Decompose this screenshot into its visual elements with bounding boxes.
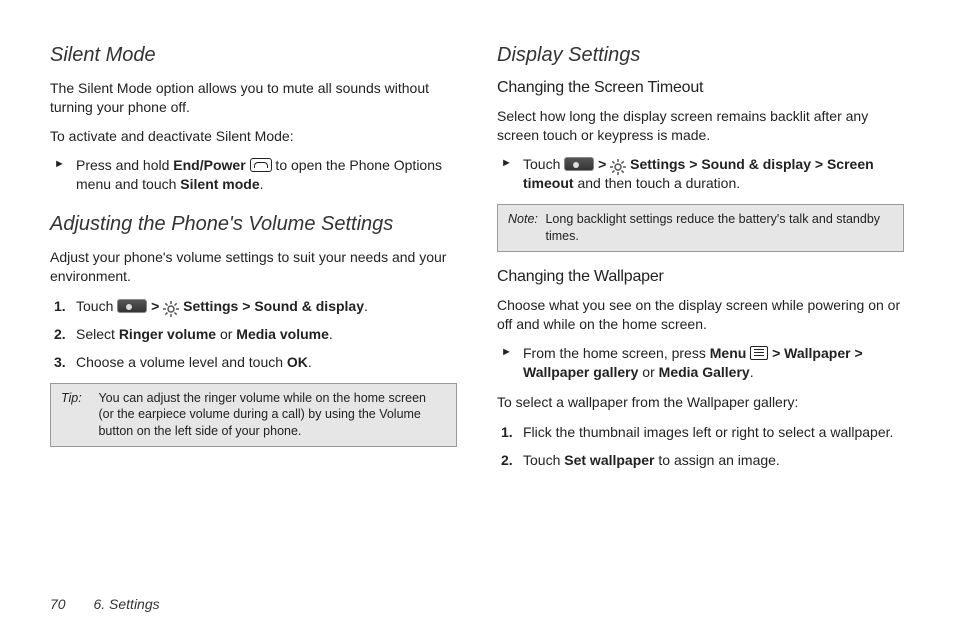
label-end-power: End/Power <box>173 157 245 173</box>
note-box: Note: Long backlight settings reduce the… <box>497 204 904 252</box>
timeout-step-list: Touch > Settings > Sound & display > Scr… <box>497 155 904 194</box>
text: . <box>308 354 312 370</box>
timeout-intro: Select how long the display screen remai… <box>497 107 904 145</box>
volume-steps: Touch > Settings > Sound & display. Sele… <box>50 296 457 373</box>
page-footer: 70 6. Settings <box>50 596 160 612</box>
volume-step-1: Touch > Settings > Sound & display. <box>76 296 457 316</box>
heading-wallpaper: Changing the Wallpaper <box>497 268 904 286</box>
silent-step-1: Press and hold End/Power to open the Pho… <box>76 156 457 195</box>
label-silent-mode: Silent mode <box>180 176 259 192</box>
tip-label: Tip: <box>61 390 95 407</box>
note-label: Note: <box>508 211 542 228</box>
heading-display-settings: Display Settings <box>497 44 904 67</box>
volume-step-3: Choose a volume level and touch OK. <box>76 352 457 372</box>
end-power-icon <box>250 158 272 172</box>
label-settings: Settings <box>630 156 685 172</box>
launcher-icon <box>564 157 594 171</box>
chapter-title: 6. Settings <box>93 596 159 612</box>
settings-gear-icon <box>163 301 179 317</box>
silent-intro: The Silent Mode option allows you to mut… <box>50 79 457 117</box>
silent-activate-lead: To activate and deactivate Silent Mode: <box>50 127 457 146</box>
wallpaper-select-lead: To select a wallpaper from the Wallpaper… <box>497 393 904 412</box>
text: . <box>364 298 368 314</box>
text: Select <box>76 326 119 342</box>
arrow-icon: > <box>815 156 823 172</box>
volume-step-2: Select Ringer volume or Media volume. <box>76 324 457 344</box>
label-media-gallery: Media Gallery <box>659 364 750 380</box>
arrow-icon: > <box>689 156 697 172</box>
wallpaper-select-step-2: Touch Set wallpaper to assign an image. <box>523 450 904 470</box>
arrow-icon: > <box>772 345 780 361</box>
wallpaper-step-list: From the home screen, press Menu > Wallp… <box>497 344 904 383</box>
label-media-volume: Media volume <box>236 326 329 342</box>
wallpaper-step-1: From the home screen, press Menu > Wallp… <box>523 344 904 383</box>
volume-intro: Adjust your phone's volume settings to s… <box>50 248 457 286</box>
text: and then touch a duration. <box>574 175 741 191</box>
arrow-icon: > <box>151 298 159 314</box>
heading-volume: Adjusting the Phone's Volume Settings <box>50 213 457 236</box>
settings-gear-icon <box>610 159 626 175</box>
wallpaper-intro: Choose what you see on the display scree… <box>497 296 904 334</box>
heading-silent-mode: Silent Mode <box>50 44 457 67</box>
right-column: Display Settings Changing the Screen Tim… <box>497 40 904 480</box>
label-wallpaper-gallery: Wallpaper gallery <box>523 364 638 380</box>
tip-box: Tip: You can adjust the ringer volume wh… <box>50 383 457 448</box>
text: . <box>260 176 264 192</box>
text: Press and hold <box>76 157 173 173</box>
text: From the home screen, press <box>523 345 710 361</box>
arrow-icon: > <box>242 298 250 314</box>
label-sound-display: Sound & display <box>701 156 811 172</box>
page-number: 70 <box>50 596 66 612</box>
label-ok: OK <box>287 354 308 370</box>
heading-screen-timeout: Changing the Screen Timeout <box>497 79 904 97</box>
left-column: Silent Mode The Silent Mode option allow… <box>50 40 457 480</box>
label-sound-display: Sound & display <box>254 298 364 314</box>
text: Touch <box>523 156 564 172</box>
wallpaper-steps: Flick the thumbnail images left or right… <box>497 422 904 471</box>
arrow-icon: > <box>598 156 606 172</box>
text: or <box>216 326 236 342</box>
menu-key-icon <box>750 346 768 360</box>
silent-step-list: Press and hold End/Power to open the Pho… <box>50 156 457 195</box>
timeout-step-1: Touch > Settings > Sound & display > Scr… <box>523 155 904 194</box>
arrow-icon: > <box>854 345 862 361</box>
text: Touch <box>523 452 564 468</box>
tip-text: You can adjust the ringer volume while o… <box>98 390 443 441</box>
label-set-wallpaper: Set wallpaper <box>564 452 654 468</box>
launcher-icon <box>117 299 147 313</box>
label-menu: Menu <box>710 345 747 361</box>
text: Touch <box>76 298 117 314</box>
text: . <box>750 364 754 380</box>
note-text: Long backlight settings reduce the batte… <box>545 211 890 245</box>
text: to assign an image. <box>655 452 780 468</box>
page-columns: Silent Mode The Silent Mode option allow… <box>50 40 904 480</box>
label-settings: Settings <box>183 298 238 314</box>
label-ringer-volume: Ringer volume <box>119 326 216 342</box>
wallpaper-select-step-1: Flick the thumbnail images left or right… <box>523 422 904 442</box>
text: . <box>329 326 333 342</box>
text: Choose a volume level and touch <box>76 354 287 370</box>
label-wallpaper: Wallpaper <box>784 345 850 361</box>
text: or <box>638 364 658 380</box>
